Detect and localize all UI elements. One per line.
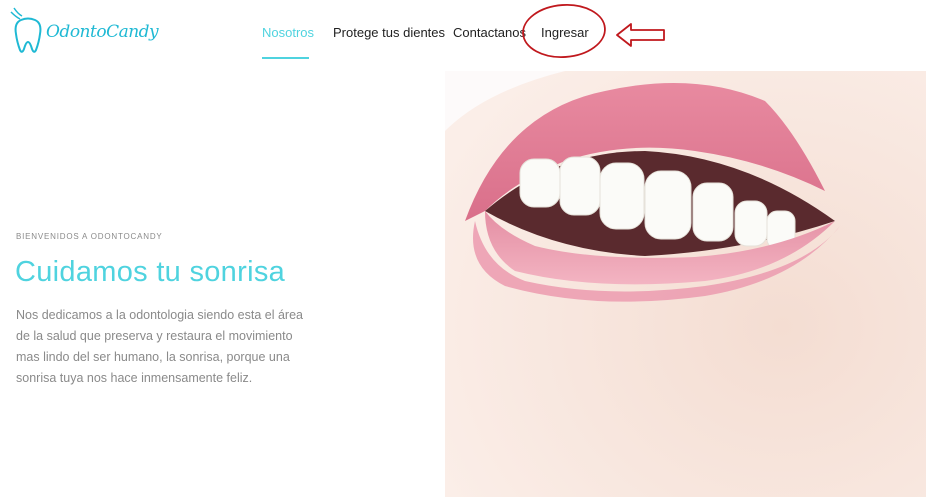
nav-link-protege[interactable]: Protege tus dientes xyxy=(333,25,445,40)
brand-logo[interactable]: OdontoCandy xyxy=(8,6,159,56)
nav-link-nosotros[interactable]: Nosotros xyxy=(262,25,314,40)
brand-name: OdontoCandy xyxy=(46,22,159,42)
hero-eyebrow: BIENVENIDOS A ODONTOCANDY xyxy=(16,232,163,241)
tooth-icon xyxy=(10,7,42,53)
hero-title: Cuidamos tu sonrisa xyxy=(15,256,286,288)
active-nav-underline xyxy=(262,57,309,59)
hero-description: Nos dedicamos a la odontologia siendo es… xyxy=(16,308,303,385)
nav-link-contactanos[interactable]: Contactanos xyxy=(453,25,526,40)
smiling-lips-photo xyxy=(445,71,926,497)
highlight-circle xyxy=(522,4,606,58)
left-arrow-icon xyxy=(616,23,665,47)
